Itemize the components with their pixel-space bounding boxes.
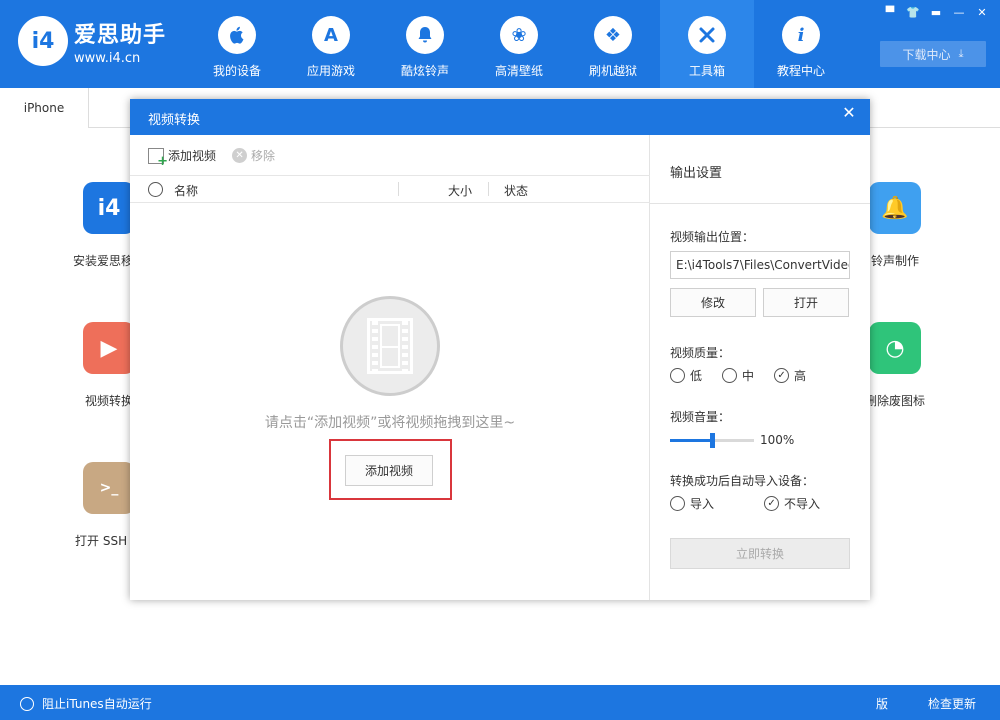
tools-icon	[688, 16, 726, 54]
column-size: 大小	[448, 184, 473, 198]
pie-icon: ◔	[869, 322, 921, 374]
select-all-radio[interactable]	[148, 182, 163, 197]
play-icon: ▶	[83, 322, 135, 374]
video-convert-dialog: 视频转换 ✕ 添加视频 ✕ 移除 名称 大小 状态 请点击“添加视频”或将视频拖…	[130, 99, 870, 600]
window-controls: ▀ 👕 ▬ — ✕	[877, 4, 992, 20]
remove-icon: ✕	[232, 148, 248, 163]
radio-unchecked-icon	[670, 496, 685, 511]
settings-title: 输出设置	[670, 166, 723, 181]
output-location-label: 视频输出位置：	[670, 230, 755, 244]
nav-label: 教程中心	[776, 64, 825, 78]
logo-url: www.i4.cn	[74, 50, 141, 66]
apple-icon	[218, 16, 256, 54]
bell-icon	[406, 16, 444, 54]
toolbar-remove-button[interactable]: ✕ 移除	[232, 147, 275, 164]
volume-label: 视频音量：	[670, 410, 731, 424]
radio-checked-icon: ✓	[764, 496, 780, 511]
tool-label: 删除废图标	[864, 394, 925, 408]
output-settings-pane: 输出设置 视频输出位置： E:\i4Tools7\Files\ConvertVi…	[650, 135, 870, 600]
import-no-radio[interactable]: ✓ 不导入	[764, 495, 820, 512]
bell-icon: 🔔	[869, 182, 921, 234]
radio-checked-icon: ✓	[774, 368, 790, 383]
tool-label: 铃声制作	[870, 254, 919, 268]
device-tab-iphone[interactable]: iPhone	[0, 88, 89, 128]
nav-label: 应用游戏	[306, 64, 355, 78]
import-radio-group: 导入 ✓ 不导入	[670, 495, 840, 512]
status-bar: 阻止iTunes自动运行 版 检查更新	[0, 685, 1000, 720]
block-itunes-toggle[interactable]: 阻止iTunes自动运行	[20, 695, 152, 712]
feedback-icon[interactable]: ▀	[880, 4, 900, 20]
dialog-title: 视频转换	[148, 113, 201, 128]
quality-medium-radio[interactable]: 中	[722, 367, 754, 384]
quality-low-radio[interactable]: 低	[670, 367, 702, 384]
nav-label: 我的设备	[212, 64, 261, 78]
add-video-button[interactable]: 添加视频	[345, 455, 433, 486]
check-update-link[interactable]: 检查更新	[928, 695, 976, 712]
column-divider	[398, 182, 399, 196]
menu-icon[interactable]: ▬	[926, 4, 946, 20]
nav-item-wallpapers[interactable]: ❀ 高清壁纸	[472, 0, 566, 88]
i4-app-icon: i4	[83, 182, 135, 234]
tool-label: 视频转换	[84, 394, 133, 408]
download-center-label: 下载中心	[902, 47, 951, 62]
radio-unchecked-icon	[722, 368, 738, 383]
app-header: i4 爱思助手 www.i4.cn 我的设备 A 应用游戏 酷炫铃声 ❀ 高清壁…	[0, 0, 1000, 88]
modify-path-button[interactable]: 修改	[670, 288, 756, 317]
close-icon[interactable]: ✕	[972, 4, 992, 20]
flower-icon: ❀	[500, 16, 538, 54]
film-icon	[340, 296, 440, 396]
list-column-header: 名称 大小 状态	[130, 175, 650, 203]
column-divider	[488, 182, 489, 196]
box-icon: ❖	[594, 16, 632, 54]
version-label: 版	[875, 697, 888, 711]
empty-hint: 请点击“添加视频”或将视频拖拽到这里~	[264, 415, 516, 431]
dialog-toolbar: 添加视频 ✕ 移除	[148, 147, 291, 169]
quality-radio-group: 低 中 ✓ 高	[670, 367, 826, 384]
nav-item-flash-jailbreak[interactable]: ❖ 刷机越狱	[566, 0, 660, 88]
nav-item-apps-games[interactable]: A 应用游戏	[284, 0, 378, 88]
volume-thumb[interactable]	[710, 432, 715, 448]
import-yes-radio[interactable]: 导入	[670, 495, 714, 512]
auto-import-label: 转换成功后自动导入设备：	[670, 474, 815, 488]
output-path-field[interactable]: E:\i4Tools7\Files\ConvertVideo	[670, 251, 850, 279]
skin-icon[interactable]: 👕	[903, 4, 923, 20]
nav-label: 刷机越狱	[588, 64, 637, 78]
quality-label: 视频质量：	[670, 346, 731, 360]
nav-label: 高清壁纸	[494, 64, 543, 78]
volume-slider[interactable]	[670, 432, 754, 448]
volume-value: 100%	[760, 433, 795, 447]
download-icon: ⤓	[958, 47, 964, 60]
column-status: 状态	[504, 184, 529, 198]
radio-unchecked-icon	[670, 368, 685, 383]
volume-fill	[670, 438, 712, 442]
download-center-button[interactable]: 下载中心 ⤓	[880, 41, 986, 67]
nav-label: 酷炫铃声	[400, 64, 449, 78]
nav-item-tutorials[interactable]: i 教程中心	[754, 0, 848, 88]
logo-badge: i4	[18, 16, 68, 66]
nav-label: 工具箱	[688, 64, 725, 78]
minimize-icon[interactable]: —	[949, 4, 969, 20]
dialog-titlebar: 视频转换 ✕	[130, 99, 870, 135]
column-name: 名称	[174, 184, 199, 198]
terminal-icon: >_	[83, 462, 135, 514]
video-list-pane: 添加视频 ✕ 移除 名称 大小 状态 请点击“添加视频”或将视频拖拽到这里~ 添…	[130, 135, 650, 600]
logo-name: 爱思助手	[74, 22, 167, 48]
add-file-icon	[148, 147, 168, 169]
open-folder-button[interactable]: 打开	[763, 288, 849, 317]
nav-item-ringtones[interactable]: 酷炫铃声	[378, 0, 472, 88]
radio-unchecked-icon	[20, 696, 34, 711]
nav-item-my-device[interactable]: 我的设备	[190, 0, 284, 88]
convert-now-button[interactable]: 立即转换	[670, 538, 850, 569]
main-nav: 我的设备 A 应用游戏 酷炫铃声 ❀ 高清壁纸 ❖ 刷机越狱 工具箱 i 教程中…	[190, 0, 848, 88]
app-logo: i4 爱思助手 www.i4.cn	[18, 16, 166, 66]
info-icon: i	[782, 16, 820, 54]
appstore-icon: A	[312, 16, 350, 54]
settings-divider	[650, 203, 870, 204]
volume-slider-row: 100%	[670, 432, 795, 448]
nav-item-toolbox[interactable]: 工具箱	[660, 0, 754, 88]
toolbar-add-video-button[interactable]: 添加视频	[148, 147, 216, 169]
quality-high-radio[interactable]: ✓ 高	[774, 367, 806, 384]
dialog-close-icon[interactable]: ✕	[828, 99, 870, 125]
